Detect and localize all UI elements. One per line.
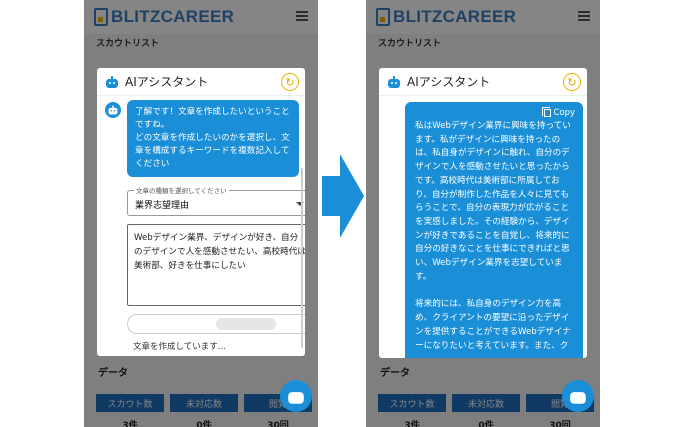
keywords-textarea[interactable]: Webデザイン業界、デザインが好き、自分のデザインで人を感動させたい、高校時代は… — [127, 224, 305, 306]
ai-assistant-fab[interactable] — [280, 380, 312, 412]
comparison-stage: BLITZCAREER スカウトリスト データ スカウト数 未対応数 閲覧 3件… — [0, 0, 700, 427]
ai-assistant-fab[interactable] — [562, 380, 594, 412]
robot-icon — [569, 388, 587, 404]
modal-title: AIアシスタント — [407, 75, 491, 89]
generated-paragraph: 私はWebデザイン業界に興味を持っています。私がデザインに興味を持ったのは、私自… — [415, 121, 571, 282]
refresh-icon[interactable]: ↻ — [281, 73, 299, 91]
robot-icon — [108, 105, 119, 115]
modal-title: AIアシスタント — [125, 75, 209, 89]
assistant-avatar — [105, 102, 121, 118]
modal-header: AIアシスタント — [97, 68, 305, 96]
generate-progress — [127, 314, 305, 334]
robot-icon — [387, 75, 401, 88]
phone-after: BLITZCAREER スカウトリスト データ スカウト数 未対応数 閲覧 3件… — [366, 0, 600, 427]
ai-assistant-modal: AIアシスタント ↻ 了解です！文章を作成したいということですね。 どの文章を作… — [97, 68, 305, 356]
assistant-message: 了解です！文章を作成したいということですね。 どの文章を作成したいのかを選択し、… — [127, 100, 299, 177]
robot-icon — [287, 388, 305, 404]
robot-icon — [105, 75, 119, 88]
copy-button[interactable]: Copy — [542, 107, 575, 118]
generated-text-bubble: 私はWebデザイン業界に興味を持っています。私がデザインに興味を持ったのは、私自… — [405, 102, 583, 358]
status-text: 文章を作成しています... — [133, 342, 226, 352]
copy-label: Copy — [553, 108, 575, 118]
phone-before: BLITZCAREER スカウトリスト データ スカウト数 未対応数 閲覧 3件… — [84, 0, 318, 427]
ai-assistant-modal: AIアシスタント ↻ 私はWebデザイン業界に興味を持っています。私がデザインに… — [379, 68, 587, 358]
copy-icon — [542, 107, 552, 117]
scrollbar[interactable] — [301, 168, 303, 348]
generated-paragraph: 将来的には、私自身のデザイン力を高め、クライアントの要望に沿ったデザインを提供す… — [415, 299, 571, 351]
select-value: 業界志望理由 — [135, 201, 190, 211]
modal-header: AIアシスタント — [379, 68, 587, 96]
select-label: 文章の種類を選択してください — [134, 185, 229, 195]
document-type-select[interactable]: 文章の種類を選択してください 業界志望理由 — [127, 185, 305, 216]
refresh-icon[interactable]: ↻ — [563, 73, 581, 91]
arrow-right-icon — [322, 154, 364, 238]
